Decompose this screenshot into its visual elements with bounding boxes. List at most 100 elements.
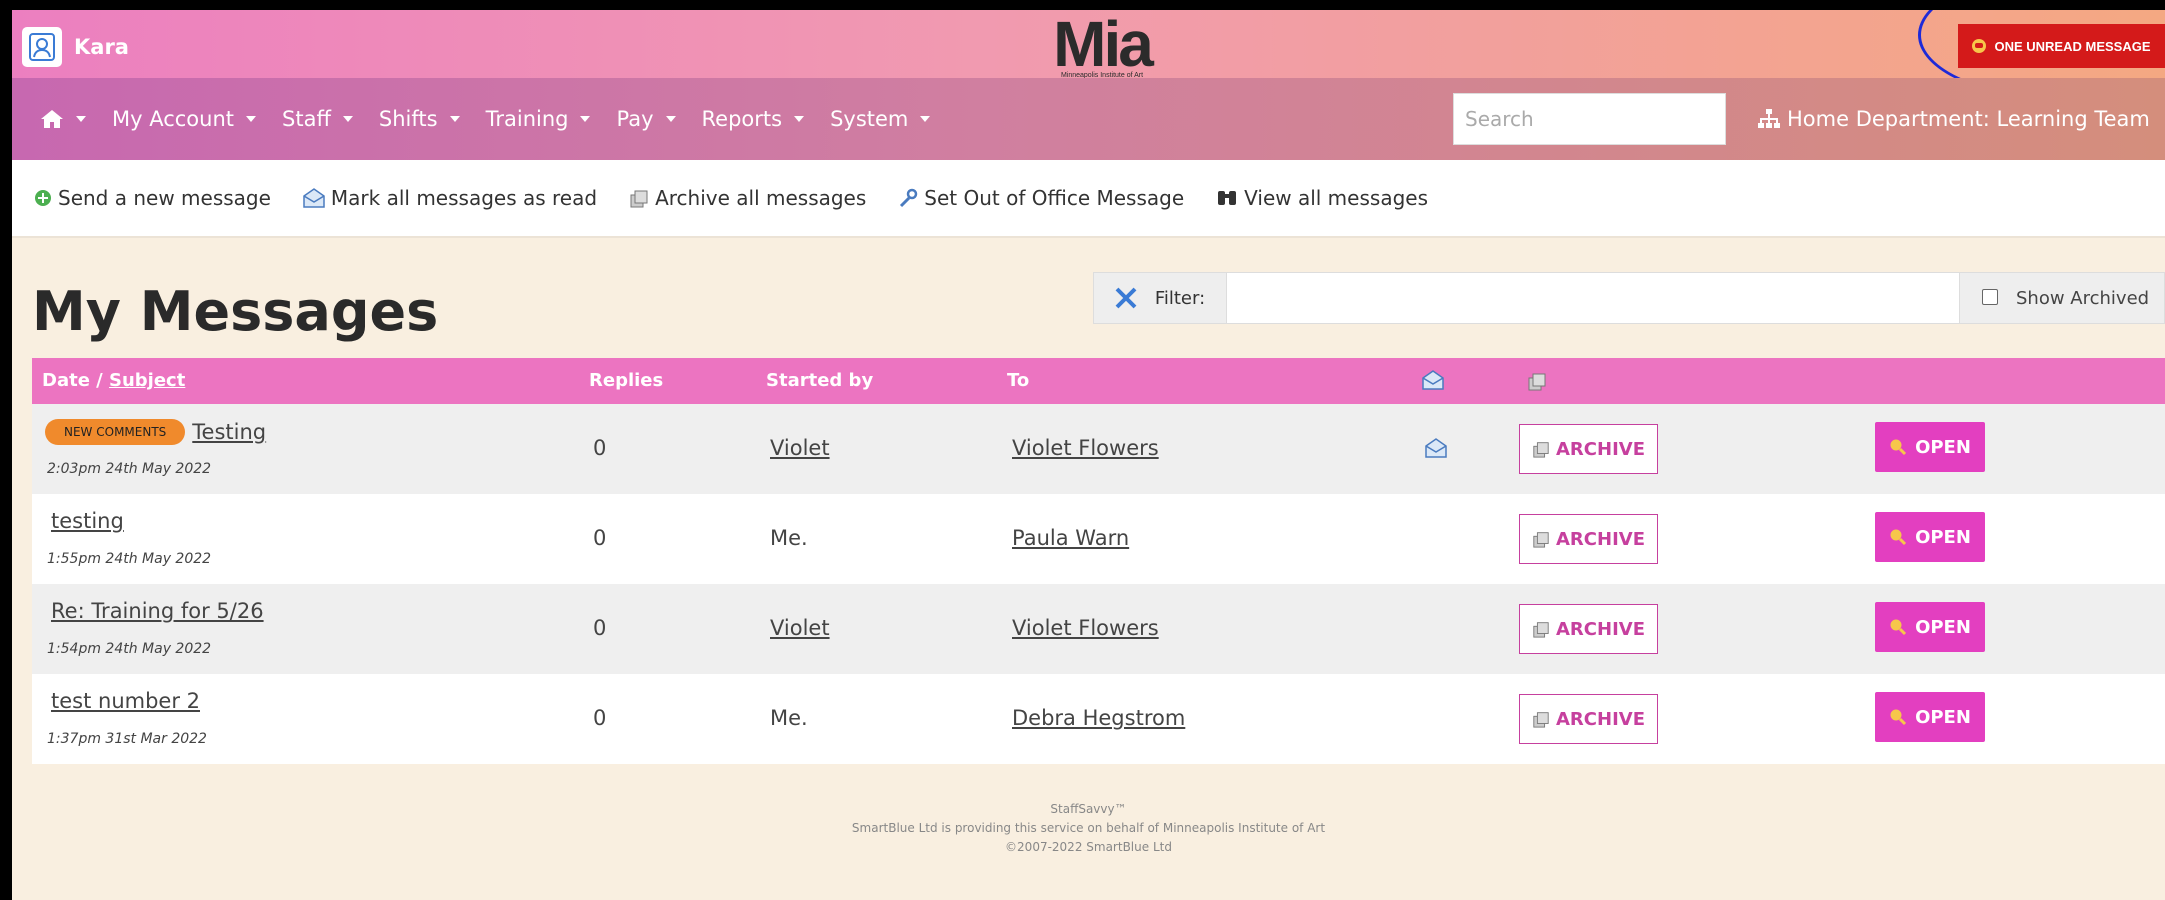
replies-count: 0	[593, 526, 607, 550]
recipient-link[interactable]: Paula Warn	[1012, 526, 1129, 550]
user-icon	[22, 27, 62, 67]
recipient-link[interactable]: Violet Flowers	[1012, 436, 1159, 460]
col-date-subject[interactable]: Date / Subject	[42, 358, 185, 404]
action-label: Mark all messages as read	[330, 186, 598, 210]
open-button[interactable]: OPEN	[1875, 602, 1985, 652]
archive-label: ARCHIVE	[1556, 708, 1645, 730]
archive-icon	[1533, 532, 1549, 548]
mark-all-read-link[interactable]: Mark all messages as read	[303, 186, 597, 210]
archive-icon	[1533, 622, 1549, 638]
archive-icon	[630, 190, 648, 208]
wrench-icon	[900, 188, 918, 208]
started-by-link[interactable]: Violet	[770, 436, 830, 460]
archive-button[interactable]: ARCHIVE	[1519, 604, 1658, 654]
open-label: OPEN	[1915, 616, 1971, 638]
open-button[interactable]: OPEN	[1875, 422, 1985, 472]
archive-button[interactable]: ARCHIVE	[1519, 694, 1658, 744]
nav-home[interactable]	[40, 109, 86, 129]
subject-link[interactable]: testing	[51, 509, 124, 533]
nav-label: Training	[485, 107, 569, 131]
archive-button[interactable]: ARCHIVE	[1519, 424, 1658, 474]
replies-count: 0	[593, 706, 607, 730]
table-row[interactable]: NEW COMMENTS Testing 2:03pm 24th May 202…	[32, 404, 2165, 494]
unread-label: ONE UNREAD MESSAGE	[1994, 38, 2151, 54]
footer: StaffSavvy™ SmartBlue Ltd is providing t…	[12, 800, 2165, 857]
chevron-down-icon	[246, 116, 257, 122]
table-row[interactable]: test number 2 1:37pm 31st Mar 2022 0 Me.…	[32, 674, 2165, 764]
archive-button[interactable]: ARCHIVE	[1519, 514, 1658, 564]
nav-reports[interactable]: Reports	[702, 107, 805, 131]
table-header: Date / Subject Replies Started by To	[32, 358, 2165, 404]
subject-link[interactable]: Testing	[192, 420, 266, 444]
nav-pay[interactable]: Pay	[616, 107, 676, 131]
open-button[interactable]: OPEN	[1875, 692, 1985, 742]
col-started-by: Started by	[766, 370, 874, 391]
filter-bar: Filter: Show Archived	[1093, 272, 2165, 324]
nav-shifts[interactable]: Shifts	[379, 107, 460, 131]
table-row[interactable]: Re: Training for 5/26 1:54pm 24th May 20…	[32, 584, 2165, 674]
header-subject[interactable]: Subject	[109, 370, 185, 391]
filter-label-box: Filter:	[1094, 273, 1227, 323]
message-date: 1:55pm 24th May 2022	[47, 551, 212, 567]
message-date: 2:03pm 24th May 2022	[47, 461, 212, 477]
nav-bar: My Account Staff Shifts Training Pay Rep…	[12, 78, 2165, 160]
message-date: 1:54pm 24th May 2022	[47, 641, 212, 657]
logo-text: Mia	[1053, 10, 1154, 80]
magnifier-icon	[1890, 529, 1907, 546]
department-label: Home Department: Learning Team	[1787, 107, 2150, 131]
nav-my-account[interactable]: My Account	[112, 107, 257, 131]
magnifier-icon	[1890, 709, 1907, 726]
nav-training[interactable]: Training	[486, 107, 591, 131]
action-label: Send a new message	[58, 186, 271, 210]
out-of-office-link[interactable]: Set Out of Office Message	[898, 186, 1184, 210]
action-label: Set Out of Office Message	[924, 186, 1185, 210]
nav-label: Staff	[282, 107, 331, 131]
view-all-messages-link[interactable]: View all messages	[1216, 186, 1428, 210]
archive-all-link[interactable]: Archive all messages	[629, 186, 866, 210]
chevron-down-icon	[665, 116, 676, 122]
search-input[interactable]	[1453, 93, 1726, 145]
nav-label: Shifts	[378, 107, 438, 131]
chevron-down-icon	[76, 116, 86, 122]
archive-label: ARCHIVE	[1556, 618, 1645, 640]
recipient-link[interactable]: Violet Flowers	[1012, 616, 1159, 640]
subject-link[interactable]: Re: Training for 5/26	[51, 599, 264, 623]
open-label: OPEN	[1915, 706, 1971, 728]
col-archive	[1527, 358, 1547, 404]
binoculars-icon	[1218, 191, 1237, 205]
home-department[interactable]: Home Department: Learning Team	[1757, 78, 2150, 160]
filter-input[interactable]	[1227, 273, 1959, 323]
show-archived-toggle[interactable]: Show Archived	[1959, 273, 2164, 323]
envelope-icon	[1422, 370, 1444, 390]
started-by: Me.	[770, 706, 808, 730]
top-header: Kara Mia Minneapolis Institute of Art ON…	[12, 10, 2165, 100]
subject-cell: Re: Training for 5/26	[51, 599, 264, 623]
message-date: 1:37pm 31st Mar 2022	[47, 731, 207, 747]
nav-staff[interactable]: Staff	[282, 107, 353, 131]
footer-brand: StaffSavvy™	[1050, 802, 1127, 816]
started-by: Me.	[770, 526, 808, 550]
filter-clear-icon[interactable]	[1115, 287, 1137, 309]
archive-icon	[1528, 373, 1546, 391]
started-by-link[interactable]: Violet	[770, 616, 830, 640]
mia-logo[interactable]: Mia Minneapolis Institute of Art	[1037, 10, 1167, 80]
chevron-down-icon	[449, 116, 460, 122]
table-row[interactable]: testing 1:55pm 24th May 2022 0 Me. Paula…	[32, 494, 2165, 584]
send-message-link[interactable]: Send a new message	[34, 186, 271, 210]
nav-system[interactable]: System	[830, 107, 931, 131]
archive-label: ARCHIVE	[1556, 528, 1645, 550]
nav-label: My Account	[112, 107, 235, 131]
show-archived-checkbox[interactable]	[1982, 288, 1998, 305]
main-nav: My Account Staff Shifts Training Pay Rep…	[40, 78, 956, 160]
chevron-down-icon	[342, 116, 353, 122]
footer-provider: SmartBlue Ltd is providing this service …	[851, 821, 1326, 835]
unread-icon	[1972, 39, 1987, 53]
subject-link[interactable]: test number 2	[51, 689, 200, 713]
nav-label: System	[830, 107, 909, 131]
user-menu[interactable]: Kara	[22, 27, 129, 67]
unread-message-button[interactable]: ONE UNREAD MESSAGE	[1958, 24, 2165, 68]
recipient-link[interactable]: Debra Hegstrom	[1012, 706, 1185, 730]
add-icon	[35, 190, 51, 206]
action-label: Archive all messages	[655, 186, 867, 210]
open-button[interactable]: OPEN	[1875, 512, 1985, 562]
